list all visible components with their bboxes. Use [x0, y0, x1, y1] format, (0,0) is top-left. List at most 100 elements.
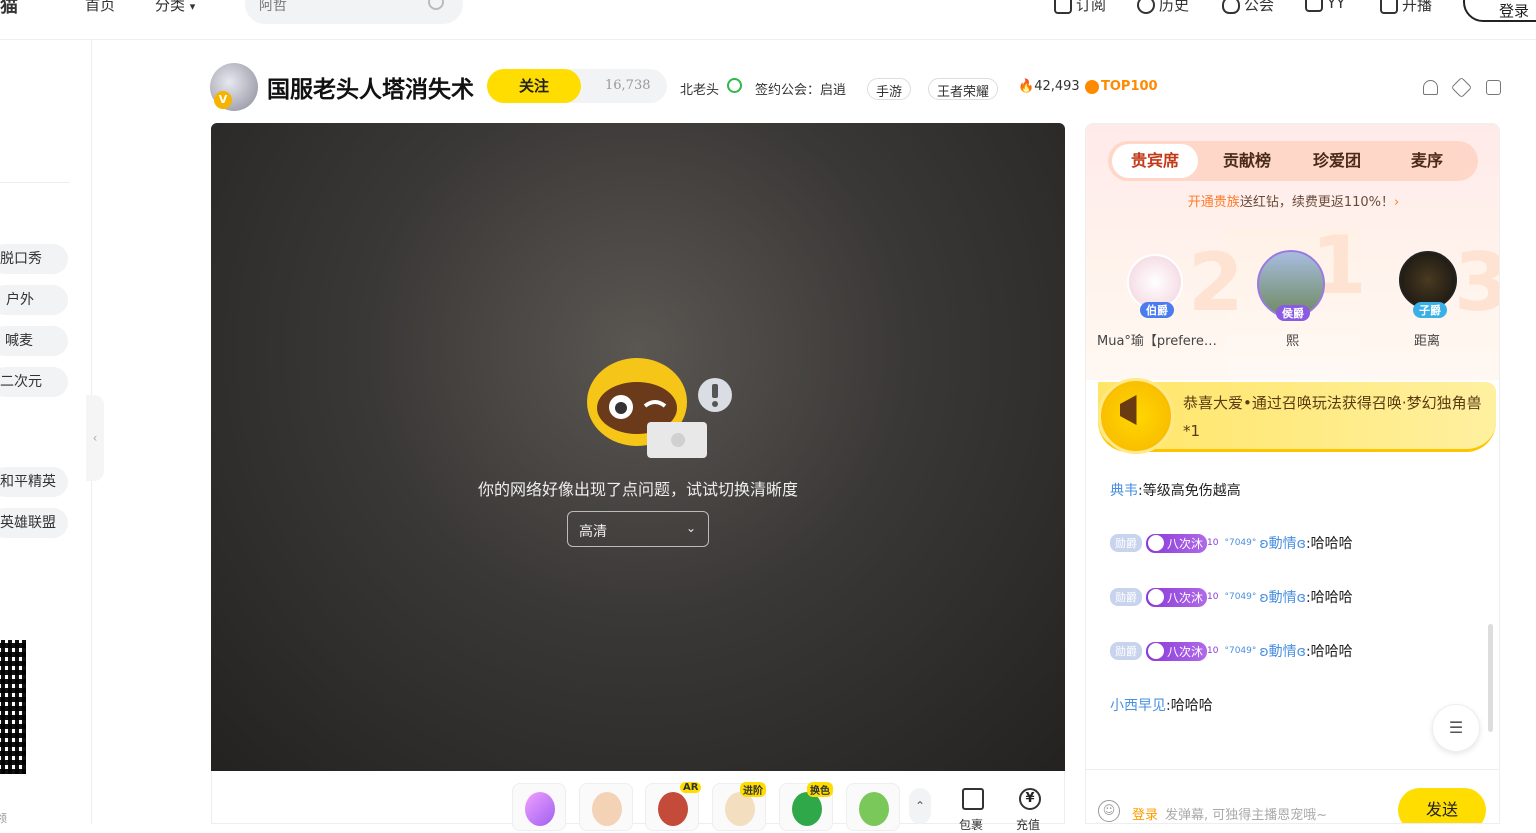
- emoji-icon[interactable]: ☺: [1098, 800, 1120, 822]
- rank2-name[interactable]: Mua°瑜【prefere…: [1097, 330, 1217, 349]
- verified-v-icon: V: [214, 91, 232, 109]
- rank3-avatar[interactable]: [1399, 251, 1457, 309]
- nav-category[interactable]: 分类 ▾: [155, 0, 195, 15]
- chat-username[interactable]: ʚ動情ɞ: [1259, 533, 1306, 553]
- guild-info[interactable]: 签约公会：启逍: [755, 79, 846, 98]
- chat-username[interactable]: ʚ動情ɞ: [1259, 641, 1306, 661]
- nav-yy[interactable]: YY: [1305, 0, 1345, 12]
- chat-message: 小西早见:哈哈哈: [1110, 695, 1213, 715]
- quality-select[interactable]: 高清 ⌄: [567, 511, 709, 547]
- shield-icon: [1222, 0, 1240, 14]
- fan-level: 10: [1207, 646, 1219, 656]
- noble-badge[interactable]: 勋爵: [1110, 642, 1142, 660]
- recharge-label[interactable]: 充值: [1016, 816, 1040, 833]
- nav-subscribe[interactable]: 订阅: [1054, 0, 1106, 15]
- report-icon[interactable]: [1423, 80, 1438, 95]
- rank1-name[interactable]: 熙: [1286, 330, 1299, 349]
- nav-guild[interactable]: 公会: [1222, 0, 1274, 15]
- gift-dragon-icon: [792, 792, 822, 826]
- nav-history-label: 历史: [1159, 0, 1190, 14]
- sidebar-item-outdoor[interactable]: 户外: [0, 285, 68, 315]
- rank3-name[interactable]: 距离: [1414, 330, 1440, 349]
- tab-contribution[interactable]: 贡献榜: [1204, 141, 1290, 181]
- user-decoration: °7049°: [1224, 646, 1257, 656]
- promo-text: 送红钻，续费更返110%！: [1239, 195, 1394, 210]
- room-title: 国服老头人塔消失术: [267, 77, 474, 103]
- package-label[interactable]: 包裹: [959, 816, 983, 833]
- rank1-badge: 侯爵: [1276, 305, 1310, 321]
- chat-scrollbar[interactable]: [1488, 624, 1493, 732]
- tag-mobile-game[interactable]: 手游: [867, 78, 912, 100]
- chat-username[interactable]: ʚ動情ɞ: [1259, 587, 1306, 607]
- rank-badge[interactable]: TOP100: [1085, 79, 1158, 94]
- anchor-name[interactable]: 北老头: [680, 79, 719, 98]
- fan-badge[interactable]: 八次沐: [1146, 641, 1208, 661]
- nav-category-label: 分类: [155, 0, 186, 14]
- tab-mic-queue[interactable]: 麦序: [1384, 141, 1470, 181]
- chat-input[interactable]: 发弹幕, 可独得主播恩宠哦~: [1165, 804, 1327, 823]
- sidebar-collapse-button[interactable]: ‹: [86, 395, 104, 481]
- chevron-down-icon: ▾: [189, 0, 196, 13]
- nav-home[interactable]: 首页: [85, 0, 115, 15]
- fan-badge-name: 八次沐: [1167, 644, 1204, 659]
- fan-badge[interactable]: 八次沐: [1146, 587, 1208, 607]
- chat-text: :哈哈哈: [1305, 590, 1353, 606]
- gift-girl-icon: [658, 792, 688, 826]
- chat-settings-button[interactable]: ☰: [1432, 704, 1480, 752]
- noble-badge[interactable]: 勋爵: [1110, 534, 1142, 552]
- chat-text: :哈哈哈: [1166, 698, 1213, 714]
- chat-message: 勋爵 八次沐 10 °7049° ʚ動情ɞ:哈哈哈: [1110, 533, 1353, 553]
- gift-leaf-icon: [859, 792, 889, 826]
- search-input[interactable]: [259, 0, 419, 14]
- nav-broadcast[interactable]: 开播: [1380, 0, 1432, 15]
- site-logo[interactable]: 猫: [0, 0, 18, 18]
- user-decoration: °7049°: [1224, 538, 1257, 548]
- package-icon[interactable]: [962, 788, 984, 810]
- rank-dot-icon: [1085, 79, 1099, 94]
- recharge-icon[interactable]: ¥: [1019, 788, 1041, 810]
- tag-honor-of-kings[interactable]: 王者荣耀: [928, 78, 999, 100]
- sidebar-item-lol[interactable]: 英雄联盟: [0, 508, 68, 538]
- follow-group: 关注 16,738: [487, 69, 667, 103]
- tab-fan-club[interactable]: 珍爱团: [1294, 141, 1380, 181]
- chat-filter-icon: ☰: [1448, 718, 1464, 737]
- qr-code: [0, 640, 26, 774]
- sidebar-item-pubg-mobile[interactable]: 和平精英: [0, 467, 68, 497]
- sidebar-item-talkshow[interactable]: 脱口秀: [0, 244, 68, 274]
- top-navbar: 猫 首页 分类 ▾ 订阅 历史 公会 YY 开播 登录: [0, 0, 1536, 40]
- follow-button[interactable]: 关注: [487, 69, 581, 103]
- chat-message: 勋爵 八次沐 10 °7049° ʚ動情ɞ:哈哈哈: [1110, 587, 1353, 607]
- mobile-icon[interactable]: [1486, 80, 1501, 95]
- tab-vip-seats[interactable]: 贵宾席: [1112, 144, 1198, 178]
- fan-badge[interactable]: 八次沐: [1146, 533, 1208, 553]
- search-box: [245, 0, 463, 24]
- sidebar-item-shout[interactable]: 喊麦: [0, 326, 68, 356]
- share-icon[interactable]: [1450, 76, 1473, 99]
- gift-badge-advanced: 进阶: [740, 782, 766, 797]
- rank2-badge: 伯爵: [1140, 302, 1174, 318]
- chat-text: :哈哈哈: [1305, 644, 1353, 660]
- search-icon[interactable]: [428, 0, 444, 10]
- nav-history[interactable]: 历史: [1137, 0, 1189, 15]
- login-button[interactable]: 登录: [1463, 0, 1536, 22]
- chevron-right-icon: ›: [1393, 195, 1400, 210]
- gift-hand-icon: [592, 792, 622, 826]
- heat-value: 42,493: [1034, 79, 1080, 94]
- gift-cat-icon: [725, 792, 755, 826]
- chat-username[interactable]: 典韦: [1110, 480, 1138, 500]
- chat-username[interactable]: 小西早见: [1110, 695, 1166, 715]
- fan-badge-name: 八次沐: [1167, 590, 1204, 605]
- fan-badge-name: 八次沐: [1167, 536, 1204, 551]
- nav-broadcast-label: 开播: [1402, 0, 1433, 14]
- chat-login-link[interactable]: 登录: [1132, 804, 1158, 823]
- gift-expand-button[interactable]: ⌃: [909, 788, 931, 824]
- noble-badge[interactable]: 勋爵: [1110, 588, 1142, 606]
- gift-crystal-icon: [525, 792, 555, 826]
- heart-icon: [1148, 535, 1164, 551]
- noble-promo[interactable]: 开通贵族送红钻，续费更返110%！›: [1086, 191, 1499, 210]
- send-button[interactable]: 发送: [1398, 788, 1486, 823]
- announcement-text: 恭喜大爱•通过召唤玩法获得召唤·梦幻独角兽*1: [1183, 394, 1482, 440]
- user-decoration: °7049°: [1224, 592, 1257, 602]
- chat-input-divider: [1086, 769, 1499, 770]
- sidebar-item-anime[interactable]: 二次元: [0, 367, 68, 397]
